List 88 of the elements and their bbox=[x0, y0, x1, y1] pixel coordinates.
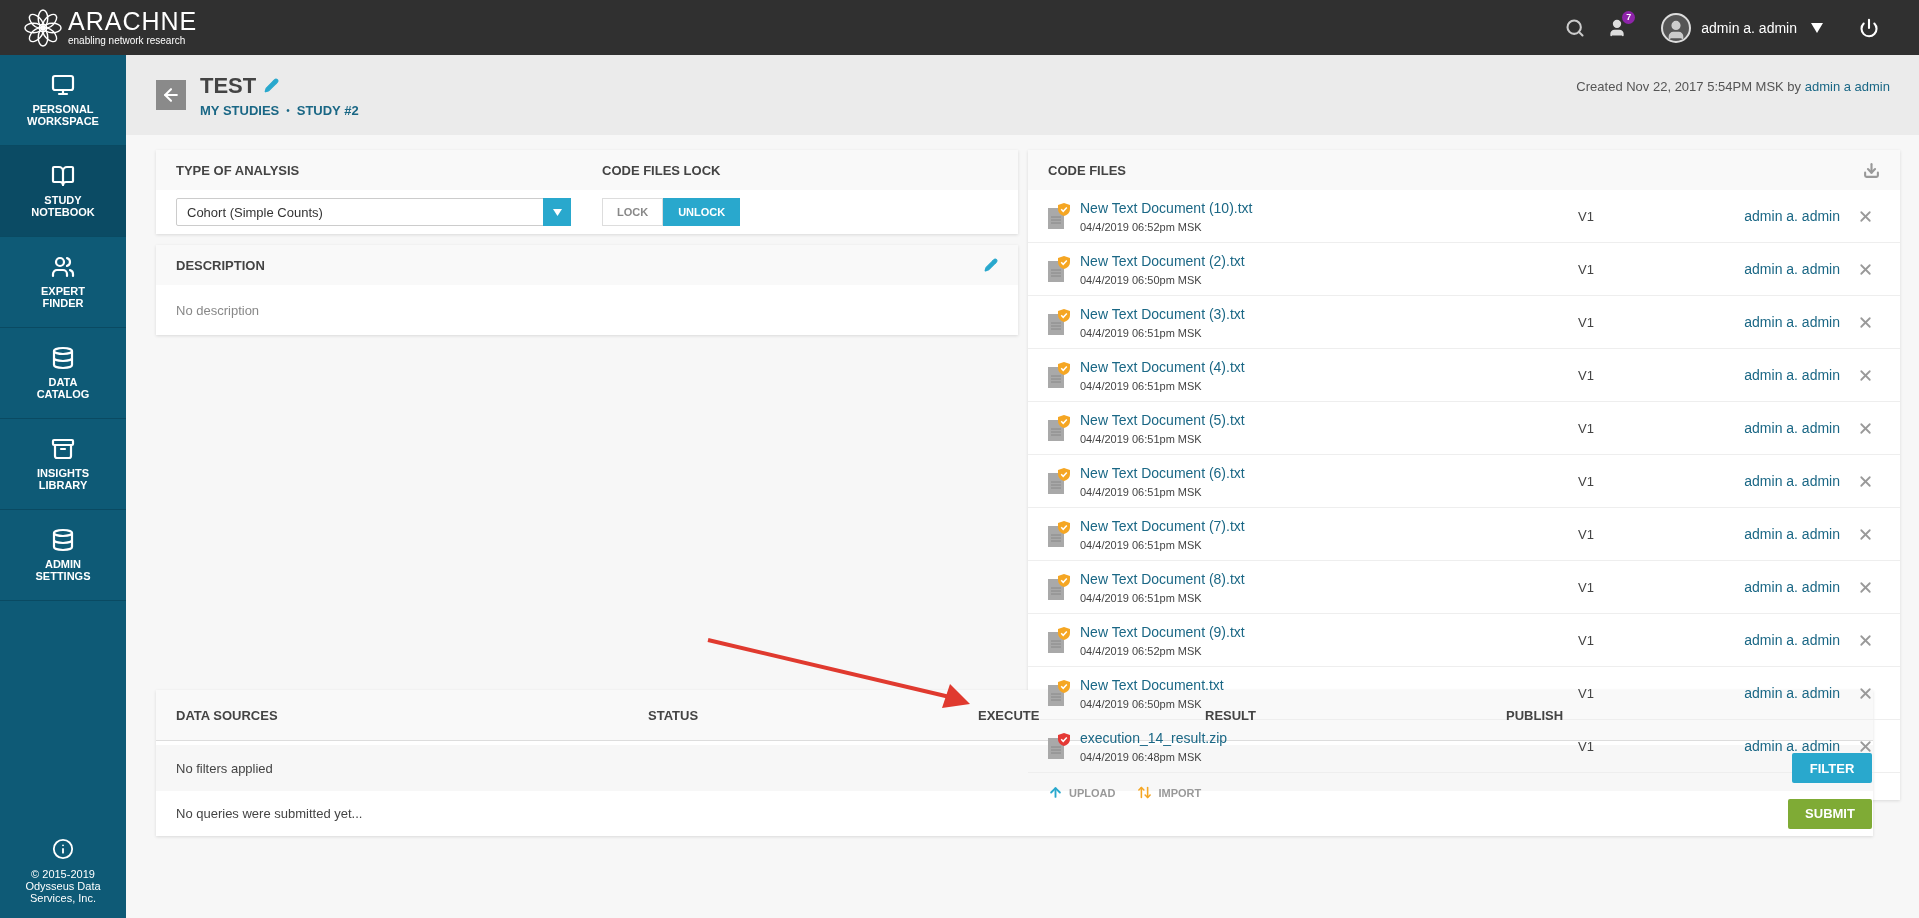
file-date: 04/4/2019 06:50pm MSK bbox=[1080, 273, 1202, 286]
file-date: 04/4/2019 06:52pm MSK bbox=[1080, 644, 1202, 657]
author-link[interactable]: admin a. admin bbox=[1744, 579, 1840, 595]
author-link[interactable]: admin a. admin bbox=[1744, 738, 1840, 754]
file-date: 04/4/2019 06:48pm MSK bbox=[1080, 750, 1202, 763]
section-title: CODE FILES bbox=[1048, 162, 1126, 178]
author-link[interactable]: admin a. admin bbox=[1744, 314, 1840, 330]
file-version: V1 bbox=[1578, 420, 1595, 436]
description-text: No description bbox=[176, 302, 260, 318]
breadcrumb-link[interactable]: STUDY #2 bbox=[296, 102, 359, 118]
file-date: 04/4/2019 06:51pm MSK bbox=[1080, 379, 1202, 392]
file-link[interactable]: New Text Document (2).txt bbox=[1080, 252, 1245, 269]
created-info: Created Nov 22, 2017 5:54PM MSK by admin a admin bbox=[1576, 78, 1890, 94]
author-link[interactable]: admin a. admin bbox=[1744, 367, 1840, 383]
sidebar-item[interactable]: STUDY NOTEBOOK bbox=[0, 146, 126, 237]
file-link[interactable]: New Text Document (8).txt bbox=[1080, 570, 1245, 587]
file-version: V1 bbox=[1578, 738, 1595, 754]
column-header: STATUS bbox=[648, 707, 699, 723]
notification-badge: 7 bbox=[1622, 10, 1636, 24]
copyright-text: © 2015-2019 Odysseus Data Services, Inc. bbox=[24, 867, 102, 904]
file-link[interactable]: New Text Document.txt bbox=[1080, 676, 1224, 693]
edit-icon[interactable] bbox=[264, 78, 280, 93]
file-version: V1 bbox=[1578, 367, 1595, 383]
file-version: V1 bbox=[1578, 526, 1595, 542]
file-date: 04/4/2019 06:52pm MSK bbox=[1080, 220, 1202, 233]
author-link[interactable]: admin a admin bbox=[1804, 78, 1890, 94]
back-button[interactable] bbox=[156, 80, 186, 110]
section-title: TYPE OF ANALYSIS bbox=[176, 162, 301, 178]
edit-icon[interactable] bbox=[984, 258, 998, 272]
info-icon[interactable] bbox=[52, 837, 74, 860]
file-version: V1 bbox=[1578, 579, 1595, 595]
file-link[interactable]: execution_14_result.zip bbox=[1080, 729, 1228, 746]
monitor-icon bbox=[51, 72, 75, 97]
file-link[interactable]: New Text Document (4).txt bbox=[1080, 358, 1245, 375]
file-version: V1 bbox=[1578, 261, 1595, 277]
file-link[interactable]: New Text Document (6).txt bbox=[1080, 464, 1245, 481]
caret-icon bbox=[552, 208, 562, 216]
back-arrow-icon bbox=[161, 85, 181, 105]
author-link[interactable]: admin a. admin bbox=[1744, 261, 1840, 277]
brand-tagline: enabling network research bbox=[68, 36, 187, 46]
search-icon[interactable] bbox=[1565, 17, 1586, 38]
file-date: 04/4/2019 06:51pm MSK bbox=[1080, 538, 1202, 551]
author-link[interactable]: admin a. admin bbox=[1744, 420, 1840, 436]
database-icon bbox=[51, 527, 75, 552]
logo-icon bbox=[24, 8, 62, 47]
column-header: PUBLISH bbox=[1506, 707, 1564, 723]
file-link[interactable]: New Text Document (10).txt bbox=[1080, 199, 1253, 216]
power-icon[interactable] bbox=[1859, 17, 1879, 38]
database-icon bbox=[51, 345, 75, 370]
column-header: RESULT bbox=[1205, 707, 1257, 723]
file-date: 04/4/2019 06:50pm MSK bbox=[1080, 697, 1202, 710]
author-link[interactable]: admin a. admin bbox=[1744, 473, 1840, 489]
filter-status: No filters applied bbox=[176, 760, 273, 776]
author-link[interactable]: admin a. admin bbox=[1744, 632, 1840, 648]
author-link[interactable]: admin a. admin bbox=[1744, 208, 1840, 224]
download-icon[interactable] bbox=[1863, 161, 1880, 179]
people-icon bbox=[51, 254, 75, 279]
file-link[interactable]: New Text Document (9).txt bbox=[1080, 623, 1245, 640]
section-title: DESCRIPTION bbox=[176, 257, 265, 273]
study-title: TEST bbox=[200, 72, 257, 99]
file-link[interactable]: New Text Document (5).txt bbox=[1080, 411, 1245, 428]
analysis-select[interactable]: Cohort (Simple Counts) bbox=[176, 198, 571, 226]
user-name[interactable]: admin a. admin bbox=[1701, 19, 1797, 36]
column-header: EXECUTE bbox=[978, 707, 1040, 723]
brand-name: ARACHNE bbox=[68, 9, 198, 34]
avatar[interactable] bbox=[1661, 12, 1692, 43]
column-header: DATA SOURCES bbox=[176, 707, 278, 723]
file-date: 04/4/2019 06:51pm MSK bbox=[1080, 591, 1202, 604]
file-date: 04/4/2019 06:51pm MSK bbox=[1080, 485, 1202, 498]
section-title: CODE FILES LOCK bbox=[602, 162, 722, 178]
file-version: V1 bbox=[1578, 685, 1595, 701]
caret-icon[interactable] bbox=[1811, 22, 1823, 33]
empty-message: No queries were submitted yet... bbox=[176, 806, 363, 821]
breadcrumb-separator: • bbox=[286, 104, 290, 116]
author-link[interactable]: admin a. admin bbox=[1744, 526, 1840, 542]
file-link[interactable]: New Text Document (7).txt bbox=[1080, 517, 1245, 534]
archive-icon bbox=[51, 436, 75, 461]
breadcrumb-link[interactable]: MY STUDIES bbox=[200, 102, 280, 118]
file-link[interactable]: New Text Document (3).txt bbox=[1080, 305, 1245, 322]
lock-toggle[interactable]: LOCK bbox=[602, 198, 664, 226]
file-date: 04/4/2019 06:51pm MSK bbox=[1080, 326, 1202, 339]
file-version: V1 bbox=[1578, 314, 1595, 330]
file-version: V1 bbox=[1578, 208, 1595, 224]
book-icon bbox=[51, 163, 75, 188]
author-link[interactable]: admin a. admin bbox=[1744, 685, 1840, 701]
file-version: V1 bbox=[1578, 632, 1595, 648]
file-date: 04/4/2019 06:51pm MSK bbox=[1080, 432, 1202, 445]
file-version: V1 bbox=[1578, 473, 1595, 489]
